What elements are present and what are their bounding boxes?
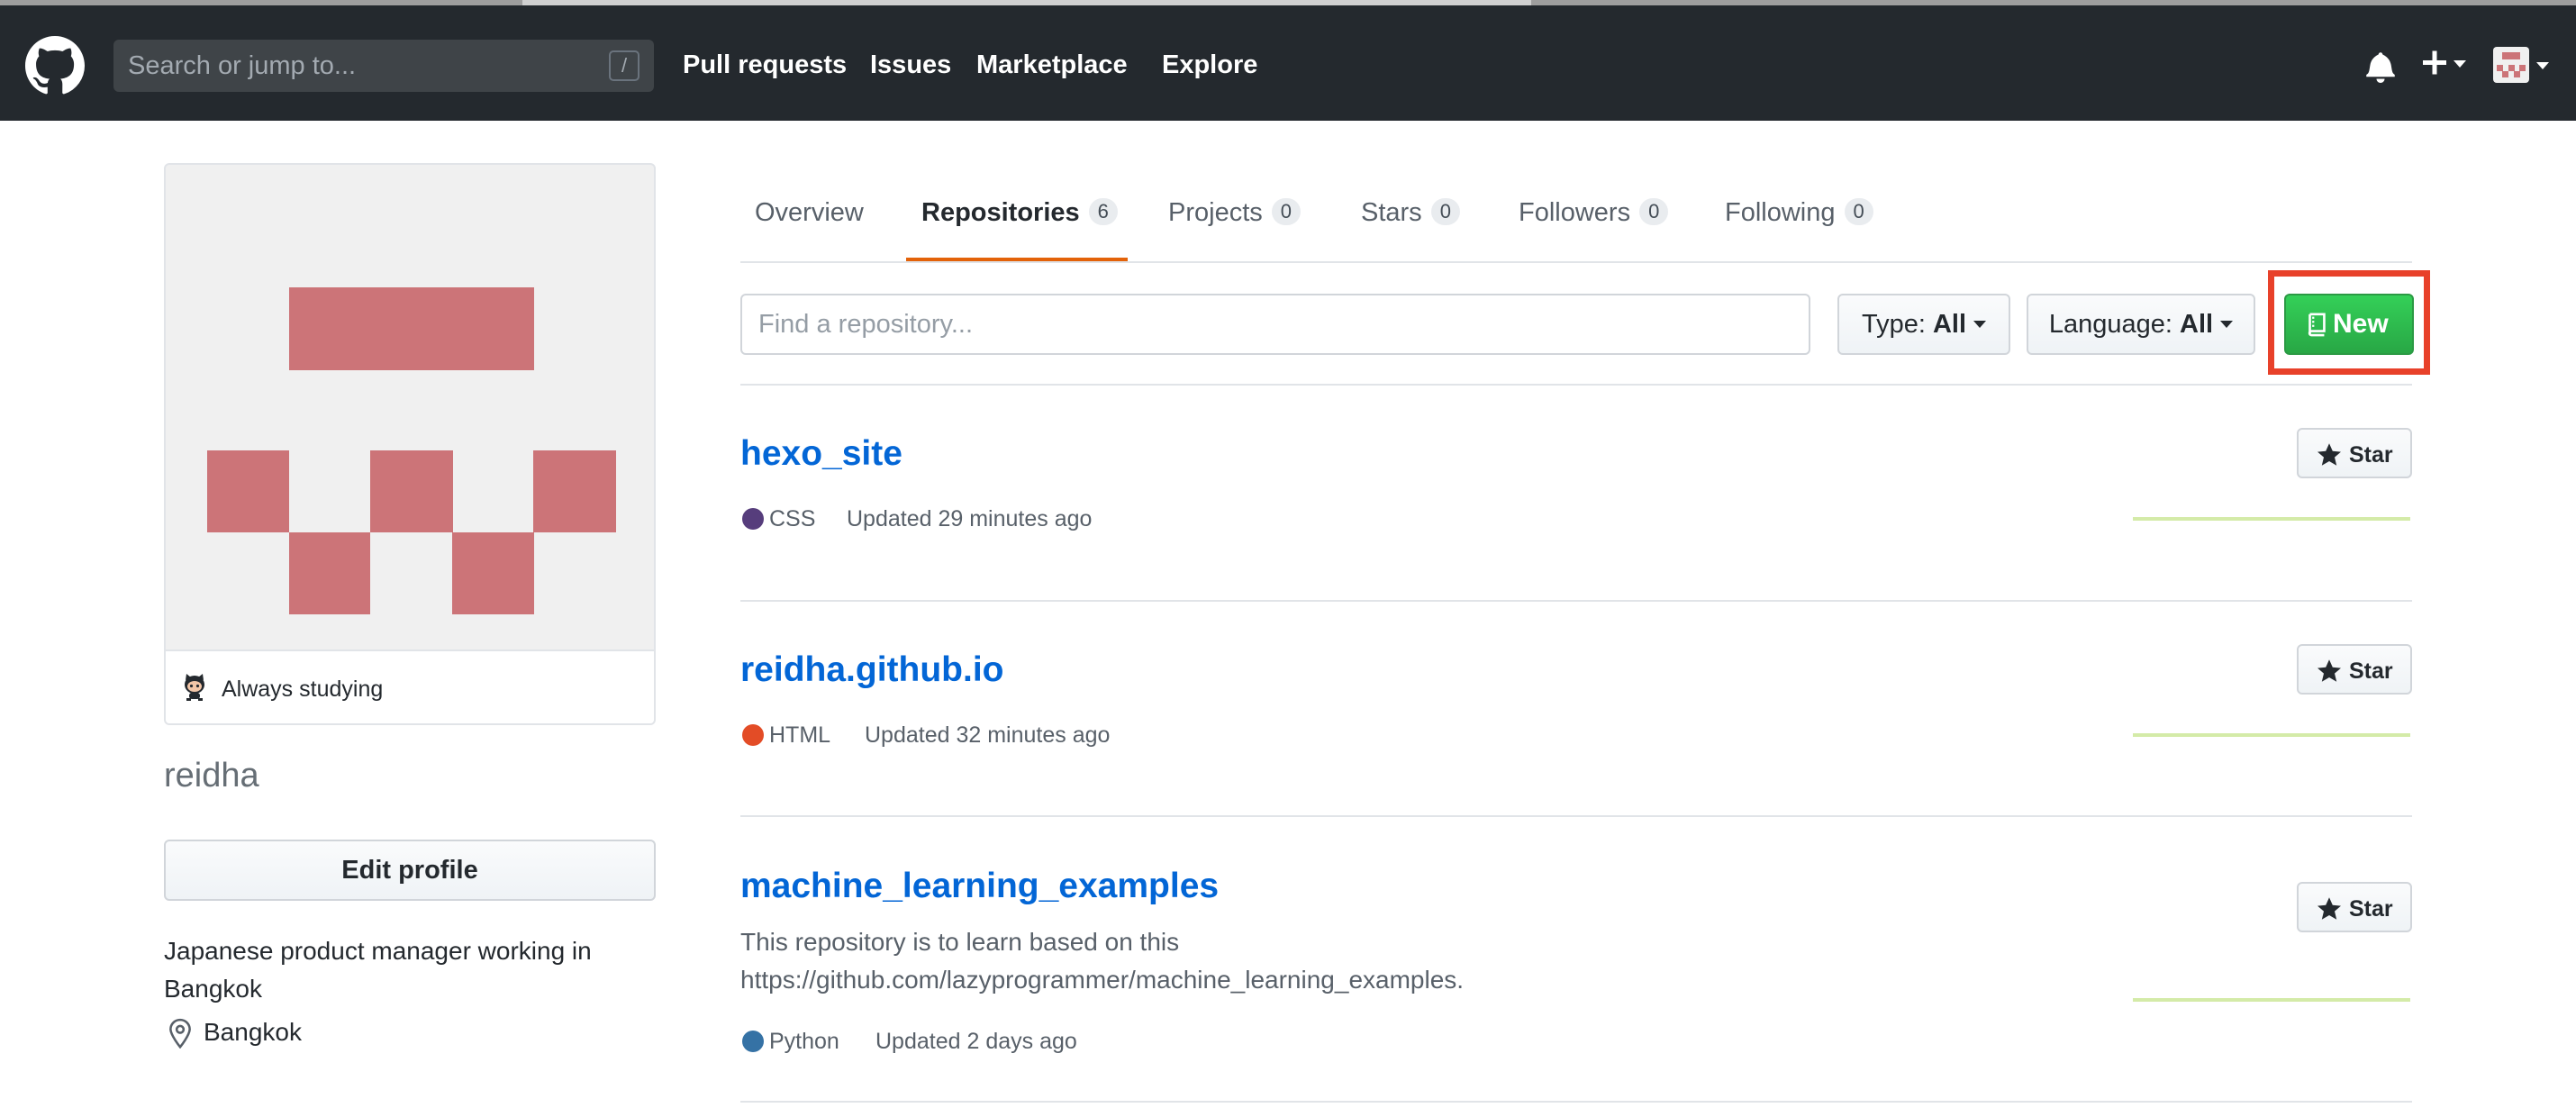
repo-updated: Updated 29 minutes ago <box>847 506 1093 531</box>
star-icon <box>2317 659 2341 682</box>
repo-updated: Updated 2 days ago <box>875 1029 1077 1054</box>
repo-description: This repository is to learn based on thi… <box>740 928 1465 994</box>
type-filter-value: All <box>1932 310 1967 339</box>
star-button[interactable]: Star <box>2297 644 2412 695</box>
activity-sparkline <box>2133 733 2410 737</box>
new-repository-button[interactable]: New <box>2284 294 2414 355</box>
global-search-input[interactable] <box>113 40 654 92</box>
repo-name-link[interactable]: hexo_site <box>740 434 903 474</box>
type-filter-dropdown[interactable]: Type: All <box>1837 294 2010 355</box>
tab-count-badge: 0 <box>1271 198 1302 225</box>
tab-projects[interactable]: Projects 0 <box>1168 198 1302 228</box>
repo-name-link[interactable]: reidha.github.io <box>740 650 1003 690</box>
language-filter-label: Language: <box>2048 310 2172 339</box>
location-pin-icon <box>169 1018 191 1049</box>
search-shortcut-hint: / <box>609 50 639 81</box>
language-filter-value: All <box>2180 310 2214 339</box>
tab-followers[interactable]: Followers 0 <box>1519 198 1669 228</box>
user-menu-dropdown[interactable] <box>2491 45 2554 85</box>
tab-stars[interactable]: Stars 0 <box>1361 198 1460 228</box>
type-filter-label: Type: <box>1861 310 1926 339</box>
user-status[interactable]: Always studying <box>166 649 654 723</box>
github-logo-icon[interactable] <box>25 36 85 95</box>
tab-count-badge: 0 <box>1639 198 1669 225</box>
tab-label: Repositories <box>921 198 1080 227</box>
tab-label: Overview <box>755 198 864 227</box>
caret-down-icon <box>2220 321 2234 328</box>
star-icon <box>2317 897 2341 920</box>
star-label: Star <box>2349 442 2393 468</box>
language-filter-dropdown[interactable]: Language: All <box>2027 294 2255 355</box>
tab-overview[interactable]: Overview <box>755 198 864 228</box>
profile-bio: Japanese product manager working in Bang… <box>164 937 592 1003</box>
tab-label: Projects <box>1168 198 1263 227</box>
edit-profile-button[interactable]: Edit profile <box>164 840 656 901</box>
plus-icon <box>2423 50 2466 75</box>
star-label: Star <box>2349 658 2393 684</box>
language-color-dot <box>742 508 764 530</box>
tab-count-badge: 6 <box>1088 198 1118 225</box>
location-text: Bangkok <box>204 1018 302 1046</box>
repo-name-link[interactable]: machine_learning_examples <box>740 867 1219 906</box>
repo-divider <box>740 815 2412 817</box>
caret-down-icon <box>1973 321 1987 328</box>
notifications-bell-icon[interactable] <box>2365 50 2396 83</box>
repo-language: Python <box>769 1029 839 1054</box>
status-text: Always studying <box>222 677 384 702</box>
tab-repositories[interactable]: Repositories 6 <box>921 198 1118 228</box>
tabs-divider <box>740 261 2412 263</box>
find-repository-input[interactable] <box>742 295 1809 353</box>
repo-divider <box>740 600 2412 602</box>
language-color-dot <box>742 1031 764 1052</box>
global-header: / Pull requests Issues Marketplace Explo… <box>0 5 2576 121</box>
nav-marketplace[interactable]: Marketplace <box>976 50 1128 80</box>
tab-label: Stars <box>1361 198 1422 227</box>
repo-book-icon <box>2308 313 2326 337</box>
user-avatar-icon <box>2493 47 2549 83</box>
activity-sparkline <box>2133 517 2410 521</box>
repo-language: CSS <box>769 506 816 531</box>
nav-issues[interactable]: Issues <box>870 50 951 80</box>
find-repository-field[interactable] <box>740 294 1810 355</box>
star-label: Star <box>2349 896 2393 922</box>
profile-avatar[interactable]: Always studying <box>164 163 656 725</box>
filter-divider <box>740 384 2412 386</box>
profile-username: reidha <box>164 757 259 795</box>
new-button-label: New <box>2333 309 2389 339</box>
tab-count-badge: 0 <box>1844 198 1873 225</box>
repo-updated: Updated 32 minutes ago <box>865 722 1111 748</box>
language-color-dot <box>742 724 764 746</box>
star-icon <box>2317 443 2341 466</box>
global-search[interactable]: / <box>113 40 654 92</box>
repo-language: HTML <box>769 722 831 748</box>
nav-pull-requests[interactable]: Pull requests <box>683 50 847 80</box>
nav-explore[interactable]: Explore <box>1162 50 1257 80</box>
repo-divider <box>740 1101 2412 1103</box>
create-new-dropdown[interactable] <box>2419 43 2470 83</box>
tab-label: Followers <box>1519 198 1631 227</box>
tab-count-badge: 0 <box>1430 198 1460 225</box>
activity-sparkline <box>2133 998 2410 1002</box>
octocat-status-icon <box>185 674 204 701</box>
tab-following[interactable]: Following 0 <box>1725 198 1873 228</box>
tab-label: Following <box>1725 198 1836 227</box>
star-button[interactable]: Star <box>2297 428 2412 478</box>
star-button[interactable]: Star <box>2297 882 2412 932</box>
